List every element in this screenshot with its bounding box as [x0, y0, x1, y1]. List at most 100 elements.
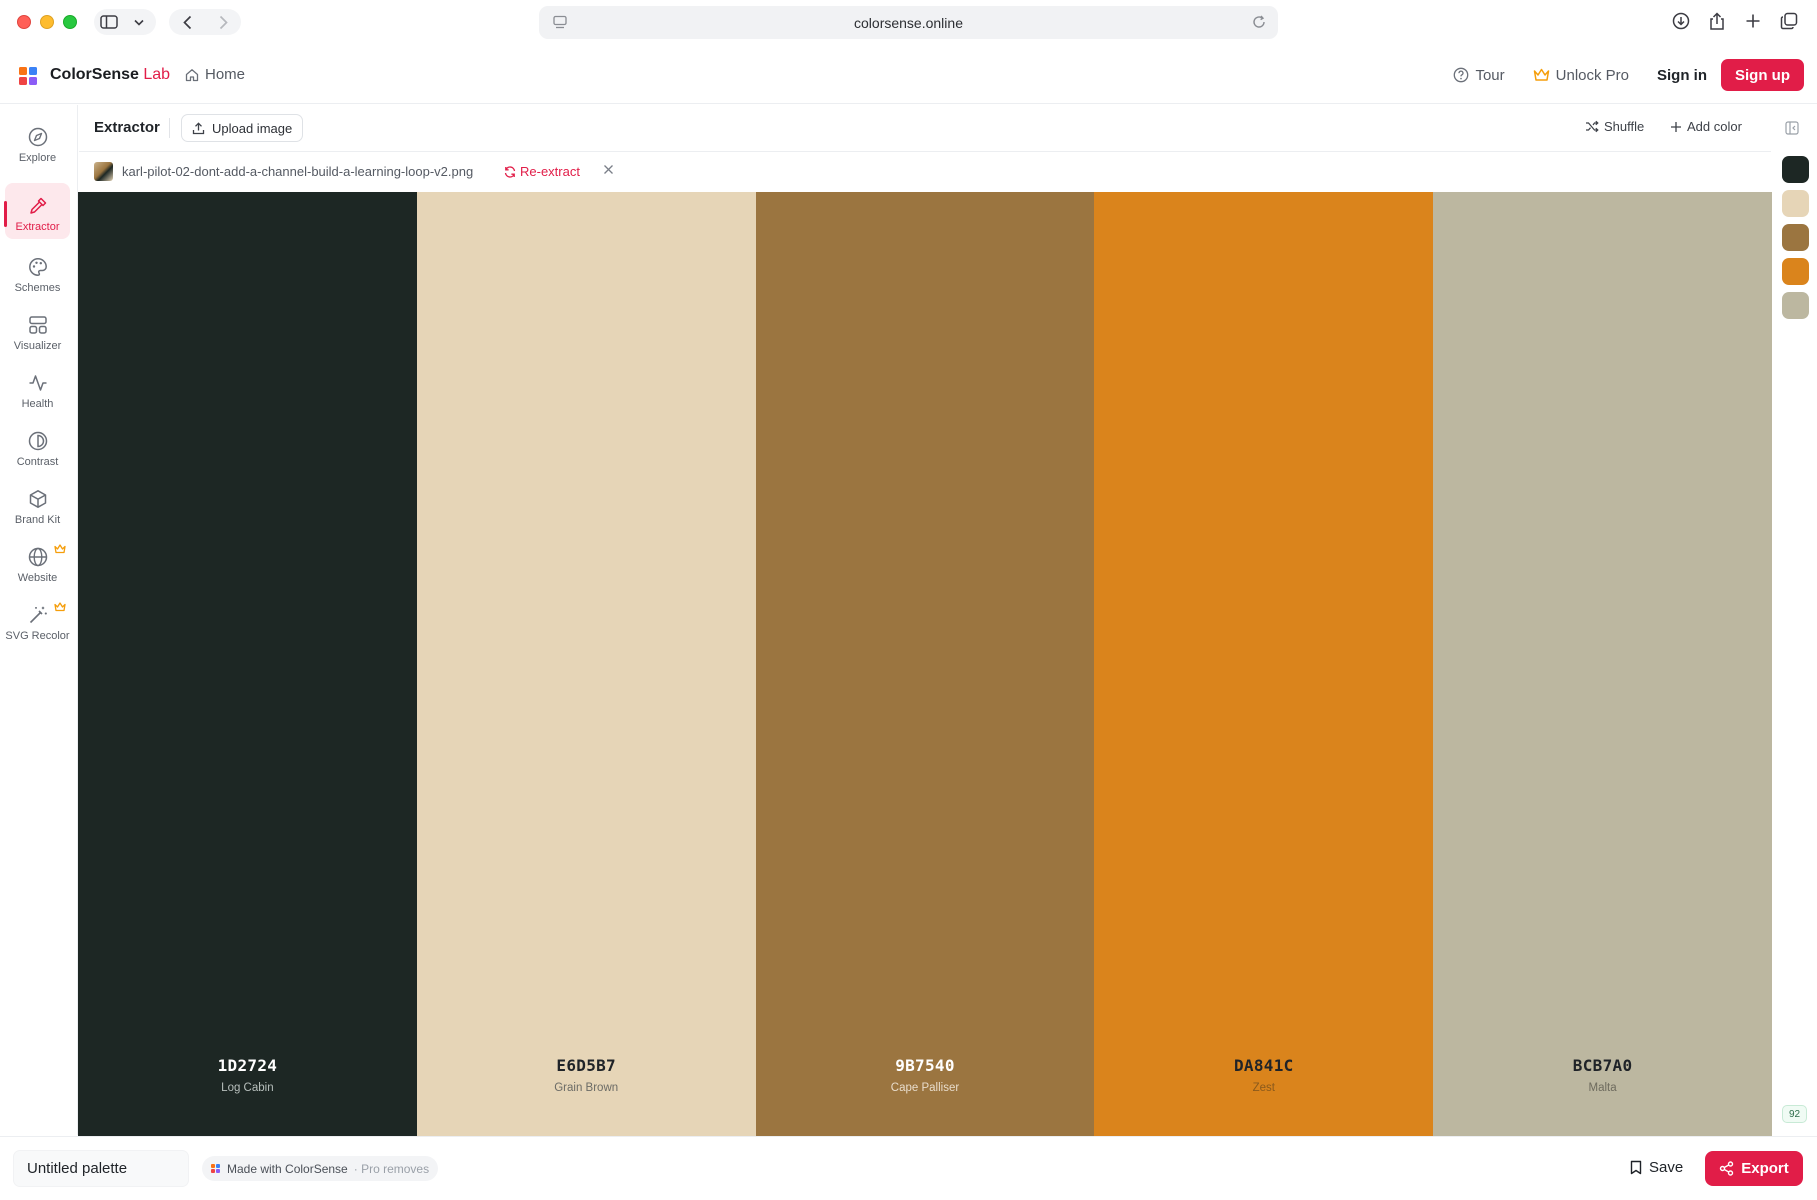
color-name: Grain Brown [554, 1082, 619, 1094]
sidebar-item-website[interactable]: Website [5, 538, 70, 590]
refresh-icon [504, 165, 516, 178]
add-color-button[interactable]: Add color [1670, 119, 1742, 134]
save-label: Save [1649, 1159, 1684, 1176]
rail-swatch[interactable] [1782, 292, 1809, 319]
add-color-label: Add color [1687, 119, 1742, 134]
download-icon[interactable] [1670, 10, 1692, 32]
tab-overview-icon[interactable] [1778, 10, 1800, 32]
colorsense-logo [211, 1163, 221, 1174]
chevron-down-icon[interactable] [124, 9, 154, 35]
logo-tile [19, 67, 27, 75]
color-column[interactable]: BCB7A0 Malta [1433, 192, 1772, 1136]
sidebar-item-schemes[interactable]: Schemes [5, 248, 70, 300]
sidebar-item-label: Schemes [14, 282, 61, 294]
sidebar-item-contrast[interactable]: Contrast [5, 422, 70, 474]
reload-icon[interactable] [1252, 15, 1266, 29]
re-extract-button[interactable]: Re-extract [504, 164, 580, 179]
color-name: Cape Palliser [890, 1082, 960, 1094]
color-name: Zest [1252, 1082, 1275, 1094]
app-header: ColorSense Lab Home Tour Unlock Pro Sign… [0, 55, 1817, 104]
history-nav-group [169, 9, 241, 35]
browser-chrome: colorsense.online [0, 0, 1817, 44]
color-hex[interactable]: DA841C [1094, 1056, 1433, 1075]
close-icon[interactable] [603, 164, 614, 175]
logo-tile [29, 67, 37, 75]
color-column[interactable]: E6D5B7 Grain Brown [416, 192, 756, 1136]
color-hex[interactable]: 9B7540 [756, 1056, 1095, 1075]
sidebar-item-extractor[interactable]: Extractor [5, 183, 70, 239]
sign-up-button[interactable]: Sign up [1721, 59, 1804, 91]
sidebar-item-visualizer[interactable]: Visualizer [5, 306, 70, 358]
sidebar-item-brand-kit[interactable]: Brand Kit [5, 480, 70, 532]
sidebar-item-label: Contrast [16, 456, 59, 468]
re-extract-label: Re-extract [520, 164, 580, 179]
pro-removes-label: · Pro removes [353, 1161, 430, 1176]
minimize-window-button[interactable] [40, 15, 54, 29]
palette-columns: 1D2724 Log Cabin E6D5B7 Grain Brown 9B75… [78, 192, 1772, 1136]
rail-swatch[interactable] [1782, 224, 1809, 251]
save-button[interactable]: Save [1630, 1159, 1683, 1176]
shuffle-button[interactable]: Shuffle [1585, 119, 1644, 134]
health-score-badge[interactable]: 92 [1782, 1105, 1807, 1123]
made-with-badge[interactable]: Made with ColorSense · Pro removes [202, 1156, 439, 1181]
share-nodes-icon [1719, 1161, 1734, 1176]
eyedropper-icon [28, 196, 48, 216]
unlock-pro-button[interactable]: Unlock Pro [1533, 67, 1629, 84]
brand-name[interactable]: ColorSense Lab [50, 66, 170, 84]
rail-swatch[interactable] [1782, 190, 1809, 217]
shuffle-label: Shuffle [1604, 119, 1645, 134]
tour-label: Tour [1475, 66, 1505, 84]
sidebar-item-explore[interactable]: Explore [5, 118, 70, 170]
home-link[interactable]: Home [185, 66, 245, 83]
sidebar-item-label: Website [17, 572, 58, 584]
logo-tile [211, 1163, 215, 1168]
upload-label: Upload image [212, 120, 293, 136]
address-bar[interactable]: colorsense.online [539, 6, 1278, 39]
color-hex[interactable]: 1D2724 [78, 1056, 417, 1075]
colorsense-logo[interactable] [19, 67, 37, 85]
sign-in-button[interactable]: Sign in [1657, 67, 1707, 84]
sidebar-item-label: SVG Recolor [5, 630, 70, 642]
brand-suffix: Lab [143, 66, 171, 83]
close-window-button[interactable] [17, 15, 31, 29]
pro-crown-icon [54, 544, 66, 554]
page-settings-icon[interactable] [553, 15, 567, 29]
export-button[interactable]: Export [1705, 1151, 1803, 1186]
plus-icon [1670, 121, 1682, 133]
image-thumbnail [94, 162, 113, 181]
color-column[interactable]: DA841C Zest [1094, 192, 1434, 1136]
palette-name-input[interactable]: Untitled palette [13, 1150, 189, 1187]
rail-swatch[interactable] [1782, 156, 1809, 183]
active-indicator [4, 201, 7, 227]
tour-button[interactable]: Tour [1453, 66, 1505, 84]
sidebar-item-svg-recolor[interactable]: SVG Recolor [5, 596, 70, 648]
new-tab-icon[interactable] [1742, 10, 1764, 32]
crown-icon [1533, 68, 1550, 82]
rail-swatch[interactable] [1782, 258, 1809, 285]
sidebar-item-label: Brand Kit [14, 514, 61, 526]
compass-icon [28, 127, 48, 147]
layout-icon [28, 315, 48, 335]
color-hex[interactable]: E6D5B7 [417, 1056, 756, 1075]
color-hex[interactable]: BCB7A0 [1433, 1056, 1772, 1075]
color-column[interactable]: 9B7540 Cape Palliser [755, 192, 1095, 1136]
unlock-label: Unlock Pro [1555, 66, 1629, 84]
wand-icon [28, 605, 48, 625]
forward-icon[interactable] [205, 9, 241, 35]
file-name: karl-pilot-02-dont-add-a-channel-build-a… [122, 164, 474, 179]
upload-image-button[interactable]: Upload image [181, 114, 304, 142]
maximize-window-button[interactable] [63, 15, 77, 29]
back-icon[interactable] [169, 9, 205, 35]
sidebar-toggle-icon[interactable] [94, 9, 124, 35]
sidebar-item-health[interactable]: Health [5, 364, 70, 416]
panel-toggle-icon[interactable] [1785, 121, 1799, 135]
divider [169, 118, 170, 138]
tool-sidebar: Explore Extractor Schemes Visualizer Hea… [0, 105, 78, 1135]
logo-tile [29, 77, 37, 85]
brand-title: ColorSense [50, 66, 139, 83]
color-column[interactable]: 1D2724 Log Cabin [78, 192, 417, 1136]
share-icon[interactable] [1706, 10, 1728, 32]
color-name: Malta [1588, 1082, 1617, 1094]
sidebar-item-label: Explore [18, 152, 57, 164]
logo-tile [216, 1169, 220, 1173]
